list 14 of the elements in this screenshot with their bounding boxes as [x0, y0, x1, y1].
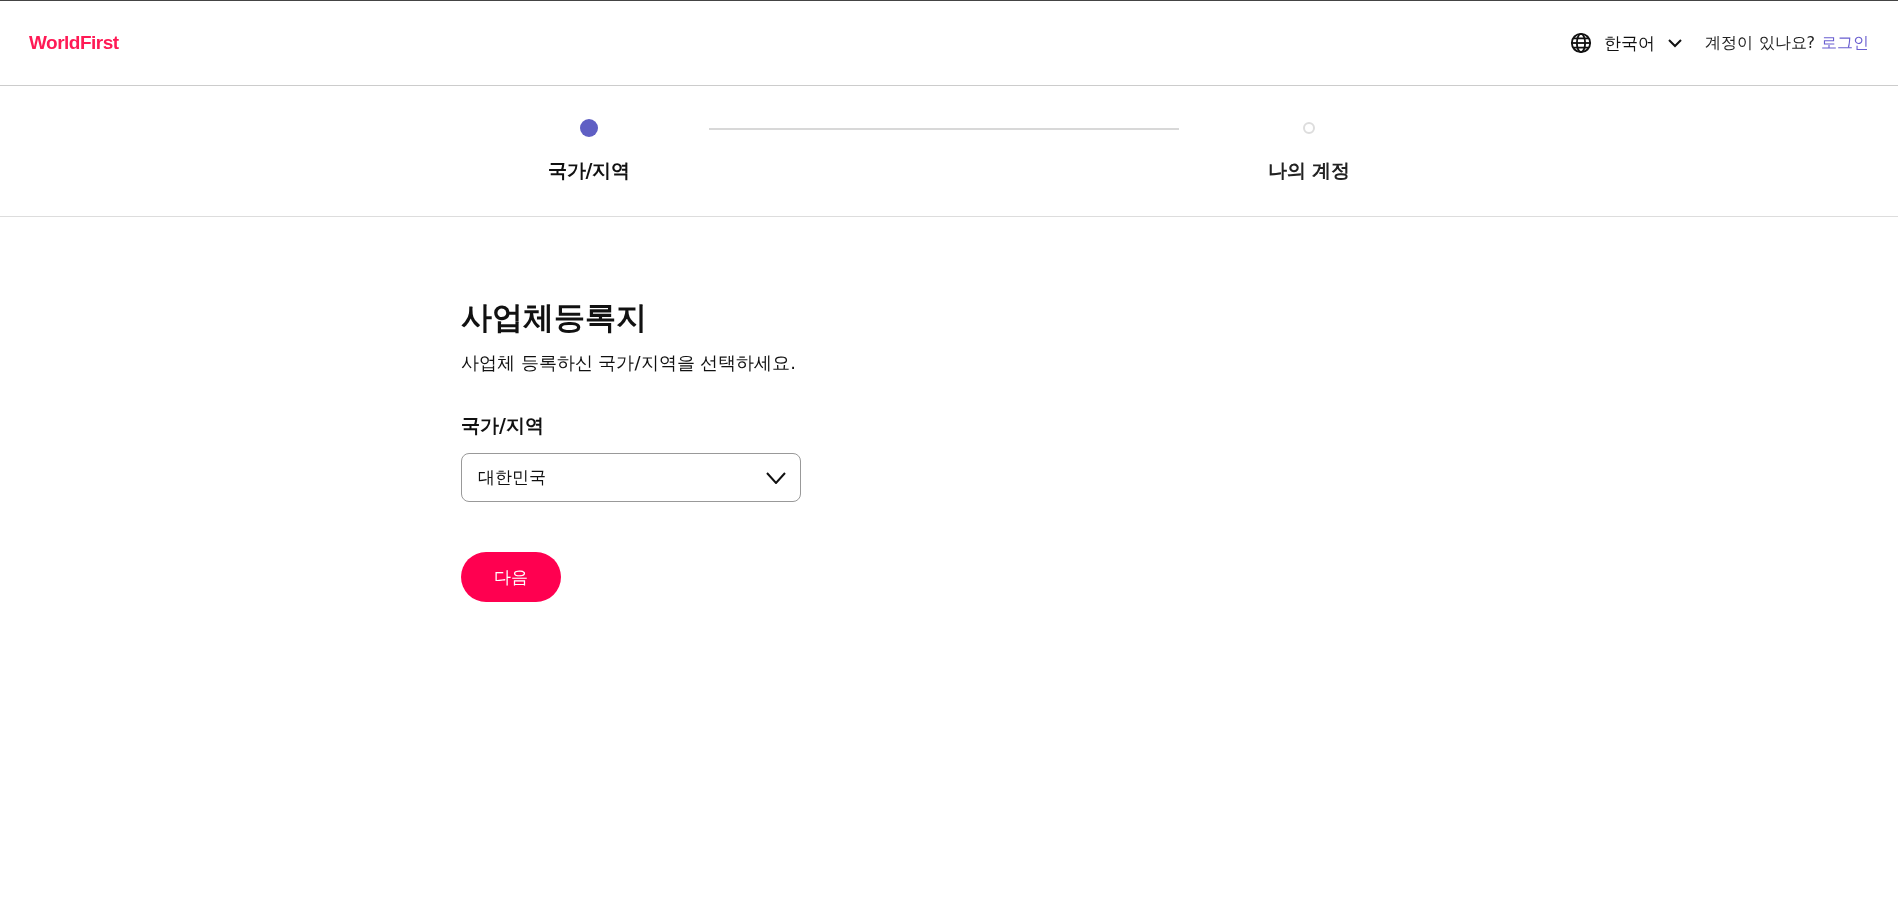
- globe-icon: [1570, 32, 1593, 54]
- worldfirst-logo[interactable]: WorldFirst: [29, 32, 119, 54]
- country-select[interactable]: 대한민국: [461, 453, 801, 502]
- account-prompt: 계정이 있나요?: [1705, 32, 1815, 54]
- page-subtitle: 사업체 등록하신 국가/지역을 선택하세요.: [461, 351, 796, 375]
- step-label: 나의 계정: [1267, 158, 1351, 183]
- login-link[interactable]: 로그인: [1821, 32, 1869, 54]
- chevron-down-icon: [766, 471, 786, 484]
- step-label: 국가/지역: [547, 158, 631, 183]
- field-label: 국가/지역: [461, 413, 544, 438]
- chevron-down-icon: [1667, 38, 1684, 48]
- next-button[interactable]: 다음: [461, 552, 561, 602]
- page-title: 사업체등록지: [461, 298, 647, 337]
- language-selector[interactable]: 한국어: [1570, 31, 1684, 55]
